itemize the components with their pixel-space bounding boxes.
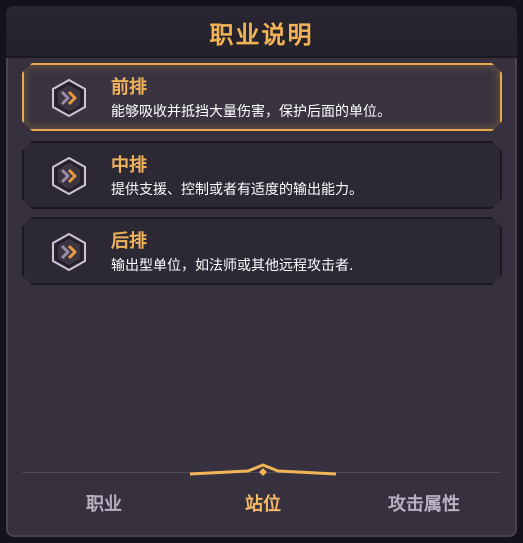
tab-job[interactable]: 职业 <box>82 490 126 516</box>
page-title: 职业说明 <box>209 21 314 49</box>
list-item-middle-row[interactable]: 中排 提供支援、控制或者有适度的输出能力。 <box>22 141 502 209</box>
active-tab-indicator <box>189 463 337 476</box>
tab-position[interactable]: 站位 <box>241 490 285 516</box>
hexagon-badge-icon <box>49 156 89 196</box>
item-title: 前排 <box>111 77 147 98</box>
list-item-back-row[interactable]: 后排 输出型单位，如法师或其他远程攻击者. <box>22 217 502 285</box>
item-description: 输出型单位，如法师或其他远程攻击者. <box>111 258 354 274</box>
tab-attack-attribute[interactable]: 攻击属性 <box>380 490 468 516</box>
hexagon-badge-icon <box>49 78 89 118</box>
item-title: 中排 <box>111 155 147 176</box>
item-title: 后排 <box>111 231 147 252</box>
hexagon-badge-icon <box>49 232 89 272</box>
item-description: 提供支援、控制或者有适度的输出能力。 <box>111 182 363 198</box>
item-description: 能够吸收并抵挡大量伤害，保护后面的单位。 <box>111 104 391 120</box>
list-item-front-row[interactable]: 前排 能够吸收并抵挡大量伤害，保护后面的单位。 <box>22 63 502 131</box>
